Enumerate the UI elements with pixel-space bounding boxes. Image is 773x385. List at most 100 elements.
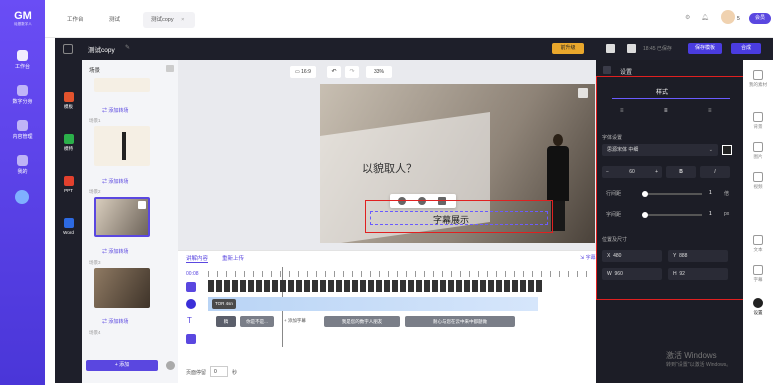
document-icon[interactable] bbox=[627, 44, 636, 53]
upgrade-button[interactable]: 前升级 bbox=[552, 43, 584, 54]
zoom-level[interactable]: 33% bbox=[366, 66, 392, 78]
gear-icon[interactable] bbox=[166, 361, 175, 370]
right-tool-label: 视频 bbox=[753, 184, 763, 189]
model-icon bbox=[63, 134, 74, 144]
add-transition-button[interactable]: ⇄ 添加转场 bbox=[102, 248, 128, 255]
save-template-label: 保存模板 bbox=[694, 45, 715, 51]
rail-item-workbench[interactable]: 工作台 bbox=[0, 50, 45, 70]
audio-label: TOR 4sn bbox=[212, 299, 236, 309]
video-track[interactable] bbox=[208, 280, 542, 292]
tool-model[interactable]: 模特 bbox=[57, 134, 80, 152]
add-transition-label: 添加转场 bbox=[108, 108, 129, 114]
settings-title: 设置 bbox=[620, 70, 633, 76]
tool-video[interactable]: 视频 bbox=[749, 172, 767, 190]
tool-settings[interactable]: 设置 bbox=[749, 298, 767, 316]
add-transition-button[interactable]: ⇄ 添加转场 bbox=[102, 318, 128, 325]
activation-watermark-sub: 转到"设置"以激活 Windows。 bbox=[666, 362, 732, 368]
avatar[interactable] bbox=[721, 10, 735, 24]
tool-text[interactable]: 文本 bbox=[749, 235, 767, 253]
scene-label: 场景4 bbox=[89, 330, 101, 335]
page-stay-label: 页面停留 bbox=[186, 370, 207, 376]
add-transition-label: 添加转场 bbox=[108, 249, 129, 255]
scene-thumb[interactable] bbox=[94, 126, 150, 166]
scene-thumb[interactable] bbox=[94, 268, 150, 308]
grid-icon[interactable] bbox=[63, 44, 73, 54]
subtitle-clip[interactable]: 耐心与您在云中来中都题做 bbox=[405, 316, 515, 327]
folder-icon bbox=[17, 120, 28, 131]
tab-test[interactable]: 测试 bbox=[101, 12, 128, 28]
delete-icon[interactable] bbox=[138, 201, 146, 209]
hexagon-icon bbox=[17, 50, 28, 61]
add-transition-button[interactable]: ⇄ 添加转场 bbox=[102, 178, 128, 185]
collapse-icon[interactable] bbox=[166, 65, 174, 72]
edit-icon[interactable]: ✎ bbox=[125, 44, 130, 51]
word-icon bbox=[63, 218, 74, 228]
vip-button[interactable]: 会员 bbox=[749, 13, 771, 24]
settings-icon[interactable]: ⚙ bbox=[685, 14, 690, 21]
vip-label: 会员 bbox=[754, 15, 765, 21]
tool-label: PPT bbox=[64, 188, 73, 193]
reupload-link[interactable]: 重新上传 bbox=[222, 254, 244, 262]
page-stay-input[interactable]: 0 bbox=[210, 366, 228, 377]
right-tool-label: 图片 bbox=[753, 154, 763, 159]
tool-template[interactable]: 模板 bbox=[57, 92, 80, 110]
background-icon bbox=[753, 112, 763, 122]
tool-image[interactable]: 图片 bbox=[749, 142, 767, 160]
undo-icon[interactable]: ↶ bbox=[327, 66, 341, 78]
tool-my-assets[interactable]: 我的素材 bbox=[749, 70, 767, 88]
video-track-icon bbox=[186, 282, 196, 292]
bell-icon[interactable]: 🔔︎ bbox=[701, 14, 709, 21]
project-title[interactable]: 测试copy bbox=[88, 44, 115, 54]
highlight-box bbox=[365, 200, 553, 233]
play-icon[interactable] bbox=[186, 299, 196, 309]
add-transition-label: 添加转场 bbox=[108, 179, 129, 185]
layout-track-icon bbox=[186, 334, 196, 344]
close-icon[interactable] bbox=[603, 66, 611, 74]
tab-label: 测试copy bbox=[151, 17, 174, 23]
tab-script[interactable]: 讲解内容 bbox=[186, 254, 209, 263]
tool-label: 模特 bbox=[64, 146, 73, 151]
add-scene-label: + 添加 bbox=[114, 362, 130, 368]
tool-subtitle[interactable]: 字幕 bbox=[749, 265, 767, 283]
subtitle-toggle-label: 字幕 bbox=[585, 255, 596, 261]
right-tool-column: 我的素材 背景 图片 视频 文本 字幕 设置 bbox=[743, 60, 773, 383]
subtitle-clip[interactable]: 我是您的数字人朋友 bbox=[324, 316, 400, 327]
copy-icon[interactable] bbox=[606, 44, 615, 53]
compose-button[interactable]: 合成 bbox=[731, 43, 761, 54]
add-scene-button[interactable]: + 添加 bbox=[86, 360, 158, 371]
app-rail: GM 硅基数字人 工作台 数字分身 内容管理 我的 bbox=[0, 0, 45, 385]
headline-text[interactable]: 以貌取人？ bbox=[362, 160, 417, 176]
presenter-figure bbox=[122, 132, 126, 160]
rail-item-mine[interactable]: 我的 bbox=[0, 155, 45, 175]
globe-icon[interactable] bbox=[15, 190, 29, 204]
add-subtitle-button[interactable]: + 添加字幕 bbox=[284, 318, 306, 324]
app-logo[interactable]: GM 硅基数字人 bbox=[8, 10, 38, 27]
subtitle-clip[interactable]: 你是不是... bbox=[240, 316, 274, 327]
rail-label: 数字分身 bbox=[12, 99, 33, 105]
screen-icon[interactable] bbox=[578, 88, 588, 98]
scene-thumb[interactable] bbox=[94, 78, 150, 92]
save-template-button[interactable]: 保存模板 bbox=[688, 43, 722, 54]
tool-background[interactable]: 背景 bbox=[749, 112, 767, 130]
rail-item-content[interactable]: 内容管理 bbox=[0, 120, 45, 140]
redo-icon[interactable]: ↷ bbox=[345, 66, 359, 78]
time-indicator: 00:08 bbox=[186, 271, 199, 277]
audio-waveform[interactable]: TOR 4sn bbox=[208, 297, 538, 311]
tool-ppt[interactable]: PPT bbox=[57, 176, 80, 193]
tab-test-copy[interactable]: 测试copy × bbox=[143, 12, 195, 28]
logo-subtitle: 硅基数字人 bbox=[14, 22, 32, 26]
subtitle-clip[interactable]: 稿 bbox=[216, 316, 236, 327]
person-icon bbox=[17, 85, 28, 96]
scene-thumb-selected[interactable] bbox=[94, 197, 150, 237]
right-tool-label: 文本 bbox=[753, 247, 763, 252]
add-transition-button[interactable]: ⇄ 添加转场 bbox=[102, 107, 128, 114]
tab-workbench[interactable]: 工作台 bbox=[59, 12, 92, 28]
assets-icon bbox=[753, 70, 763, 80]
zoom-control[interactable]: ⇲ 字幕 bbox=[580, 254, 596, 261]
tool-word[interactable]: Word bbox=[57, 218, 80, 235]
close-icon[interactable]: × bbox=[181, 17, 184, 23]
ratio-button[interactable]: ▭ 16:9 bbox=[290, 66, 316, 78]
rail-item-avatar[interactable]: 数字分身 bbox=[0, 85, 45, 105]
compose-label: 合成 bbox=[740, 45, 751, 51]
text-track-icon: T bbox=[187, 316, 192, 325]
